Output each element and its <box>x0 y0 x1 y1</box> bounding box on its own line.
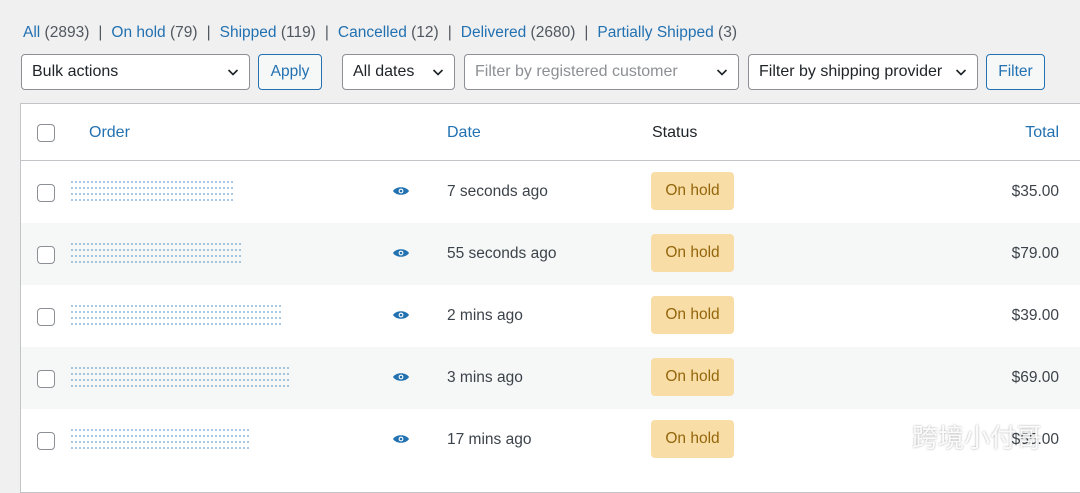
status-filter-partially-shipped[interactable]: Partially Shipped (3) <box>597 24 737 41</box>
row-checkbox[interactable] <box>37 184 55 202</box>
separator: | <box>206 24 211 41</box>
shipping-provider-select[interactable]: Filter by shipping provider <box>748 54 978 90</box>
status-filter-on-hold-count: (79) <box>170 24 198 41</box>
status-filter-on-hold[interactable]: On hold (79) <box>111 24 197 41</box>
order-number-redacted[interactable] <box>71 429 251 453</box>
row-checkbox[interactable] <box>37 432 55 450</box>
table-header: Order Date Status Total <box>21 104 1080 161</box>
order-number-redacted[interactable] <box>71 367 289 391</box>
status-filter-partially-shipped-count: (3) <box>718 24 737 41</box>
status-badge: On hold <box>651 296 734 334</box>
order-total: $79.00 <box>1011 245 1059 262</box>
bulk-actions-select[interactable]: Bulk actions <box>21 54 250 90</box>
dates-select[interactable]: All dates <box>342 54 455 90</box>
order-number-redacted[interactable] <box>71 243 241 267</box>
chevron-down-icon <box>955 69 967 76</box>
status-filter-on-hold-label[interactable]: On hold <box>111 24 165 41</box>
table-row[interactable]: 17 mins ago On hold $55.00 <box>21 409 1080 471</box>
table-row[interactable]: 3 mins ago On hold $69.00 <box>21 347 1080 409</box>
status-badge: On hold <box>651 420 734 458</box>
eye-icon[interactable] <box>392 247 410 259</box>
row-checkbox[interactable] <box>37 370 55 388</box>
order-date: 55 seconds ago <box>447 245 557 262</box>
order-date: 3 mins ago <box>447 369 523 386</box>
chevron-down-icon <box>227 69 239 76</box>
order-number-redacted[interactable] <box>71 181 235 205</box>
status-filter-partially-shipped-label[interactable]: Partially Shipped <box>597 24 713 41</box>
separator: | <box>98 24 103 41</box>
row-checkbox[interactable] <box>37 246 55 264</box>
status-filter-shipped-label[interactable]: Shipped <box>220 24 277 41</box>
customer-filter-placeholder: Filter by registered customer <box>475 63 678 80</box>
status-badge: On hold <box>651 234 734 272</box>
column-header-order[interactable]: Order <box>89 124 130 142</box>
dates-value: All dates <box>353 63 415 80</box>
order-number-redacted[interactable] <box>71 305 281 329</box>
chevron-down-icon <box>716 69 728 76</box>
separator: | <box>584 24 589 41</box>
eye-icon[interactable] <box>392 309 410 321</box>
select-all-checkbox[interactable] <box>37 124 55 142</box>
status-filter-cancelled[interactable]: Cancelled (12) <box>338 24 439 41</box>
status-filter-all[interactable]: All (2893) <box>23 24 89 41</box>
order-date: 17 mins ago <box>447 431 532 448</box>
shipping-provider-value: Filter by shipping provider <box>759 63 943 80</box>
status-filter-cancelled-label[interactable]: Cancelled <box>338 24 407 41</box>
order-date: 7 seconds ago <box>447 183 548 200</box>
status-filter-delivered-label[interactable]: Delivered <box>461 24 526 41</box>
column-header-total[interactable]: Total <box>1025 124 1059 142</box>
table-row[interactable]: 55 seconds ago On hold $79.00 <box>21 223 1080 285</box>
row-checkbox[interactable] <box>37 308 55 326</box>
status-filter-all-label[interactable]: All <box>23 24 40 41</box>
bulk-actions-value: Bulk actions <box>32 63 119 80</box>
order-date: 2 mins ago <box>447 307 523 324</box>
order-total: $39.00 <box>1011 307 1059 324</box>
eye-icon[interactable] <box>392 185 410 197</box>
status-filter-links: All (2893) | On hold (79) | Shipped (119) | Ca… <box>23 24 737 42</box>
status-filter-delivered[interactable]: Delivered (2680) <box>461 24 576 41</box>
eye-icon[interactable] <box>392 371 410 383</box>
status-badge: On hold <box>651 172 734 210</box>
status-filter-shipped[interactable]: Shipped (119) <box>220 24 316 41</box>
order-total: $69.00 <box>1011 369 1059 386</box>
chevron-down-icon <box>432 69 444 76</box>
status-filter-shipped-count: (119) <box>280 24 316 41</box>
orders-table: Order Date Status Total 7 seconds ago On… <box>20 103 1080 493</box>
column-header-status: Status <box>652 124 698 141</box>
customer-filter-select[interactable]: Filter by registered customer <box>464 54 739 90</box>
eye-icon[interactable] <box>392 433 410 445</box>
column-header-date[interactable]: Date <box>447 124 481 142</box>
order-total: $55.00 <box>1011 431 1059 448</box>
separator: | <box>324 24 329 41</box>
apply-button[interactable]: Apply <box>258 54 322 90</box>
status-filter-all-count: (2893) <box>44 24 90 41</box>
filter-button[interactable]: Filter <box>986 54 1045 90</box>
status-filter-cancelled-count: (12) <box>411 24 439 41</box>
status-filter-delivered-count: (2680) <box>530 24 576 41</box>
separator: | <box>447 24 452 41</box>
order-total: $35.00 <box>1011 183 1059 200</box>
table-row[interactable]: 7 seconds ago On hold $35.00 <box>21 161 1080 223</box>
table-row[interactable]: 2 mins ago On hold $39.00 <box>21 285 1080 347</box>
status-badge: On hold <box>651 358 734 396</box>
